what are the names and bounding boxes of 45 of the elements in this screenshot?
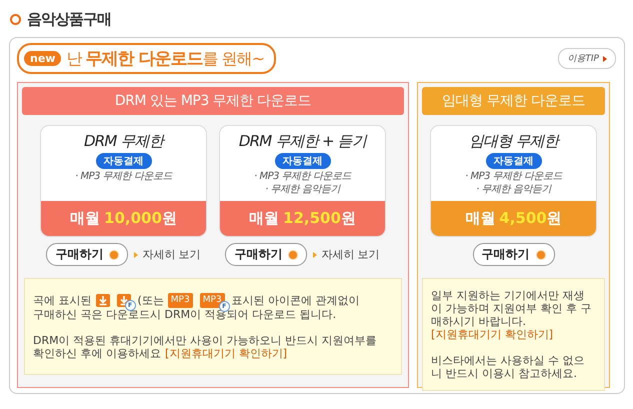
note-text: 이 가능하며 지원여부 확인 후 구 [431, 302, 592, 315]
note-text: 곡에 표시된 [33, 294, 92, 307]
triangle-icon [313, 252, 318, 258]
support-device-link[interactable]: [지원휴대기기 확인하기] [165, 347, 288, 360]
plan-feature: · 무제한 음악듣기 [265, 184, 340, 195]
plan-feature: · MP3 무제한 다운로드 [254, 171, 351, 182]
plan-name: DRM 무제한 [84, 132, 164, 151]
note-text: 일부 지원하는 기기에서만 재생 [431, 289, 584, 302]
plan-name: 임대형 무제한 [468, 132, 558, 151]
note-text: 확인하신 후에 이용하세요 [33, 347, 161, 360]
buy-button[interactable]: 구매하기 [472, 243, 554, 266]
note-text: 표시된 아이콘에 관계없이 [232, 294, 360, 307]
triangle-icon [134, 252, 138, 258]
note-text: 니 반드시 이용시 참고하세요. [431, 367, 577, 380]
download-icon [96, 294, 110, 307]
circle-icon [288, 250, 298, 260]
plan-name: DRM 무제한 + 듣기 [238, 132, 366, 151]
mp3-badge: MP3 [168, 293, 193, 308]
auto-pay-badge: 자동결제 [486, 153, 542, 169]
page-title: 음악상품구매 [27, 10, 111, 28]
price-label: 매월 12,500원 [220, 201, 385, 236]
section-header: DRM 있는 MP3 무제한 다운로드 [22, 87, 404, 115]
support-device-link[interactable]: [지원휴대기기 확인하기] [431, 328, 554, 341]
auto-pay-badge: 자동결제 [96, 153, 152, 169]
new-badge: new [24, 51, 62, 66]
tip-button[interactable]: 이용TIP [558, 48, 616, 69]
note-text: 매하시기 바랍니다. [431, 315, 526, 328]
buy-button[interactable]: 구매하기 [46, 243, 128, 266]
note-text: (또는 [138, 294, 164, 307]
download-icon [116, 294, 130, 307]
circle-icon [536, 250, 546, 260]
plan-feature: · MP3 무제한 다운로드 [465, 171, 562, 182]
arrow-icon [603, 56, 607, 62]
auto-pay-badge: 자동결제 [274, 153, 330, 169]
circle-icon [109, 250, 120, 260]
buy-button[interactable]: 구매하기 [225, 243, 308, 266]
bullet-icon [10, 14, 21, 24]
note-text: 비스타에서는 사용하실 수 없으 [431, 354, 584, 367]
note-text: DRM이 적용된 휴대기기에서만 사용이 가능하오니 반드시 지원여부를 [33, 334, 377, 347]
price-label: 매월 4,500원 [431, 201, 596, 236]
section-header: 임대형 무제한 다운로드 [422, 87, 605, 115]
banner-text: 난 무제한 다운로드를 원해~ [66, 48, 264, 70]
plan-feature: · 무제한 음악듣기 [476, 184, 551, 195]
price-label: 매월 10,000원 [41, 201, 206, 236]
plan-feature: · MP3 무제한 다운로드 [75, 171, 172, 182]
